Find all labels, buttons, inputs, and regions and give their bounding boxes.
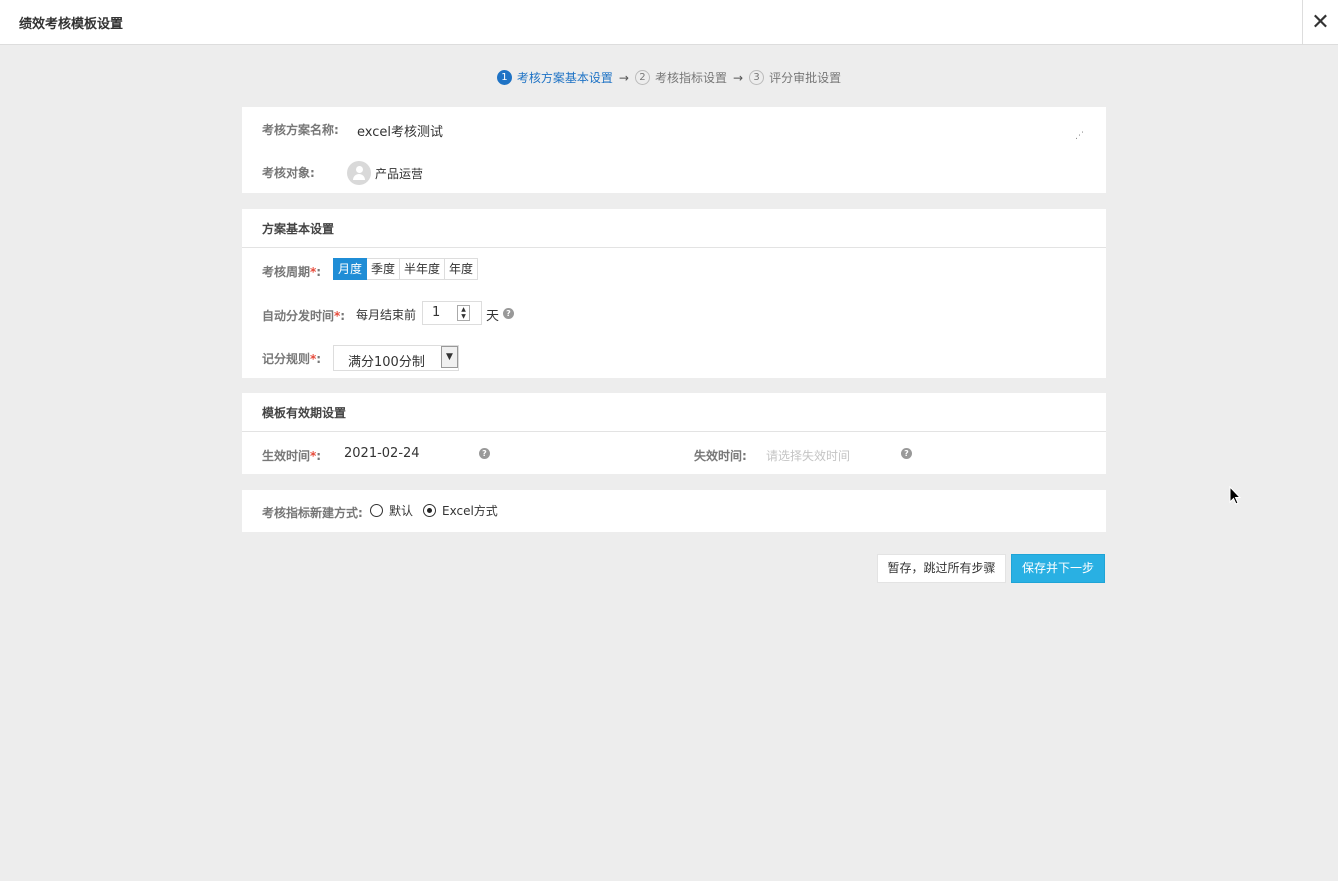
stepper-arrows-icon[interactable]: ▲ ▼ <box>457 305 470 321</box>
close-icon[interactable]: ✕ <box>1302 0 1338 45</box>
step-2: 2 考核指标设置 <box>634 69 727 86</box>
radio-excel[interactable]: Excel方式 <box>423 502 498 519</box>
resize-handle-icon[interactable]: ⋰ <box>1075 131 1084 141</box>
step-2-number: 2 <box>634 70 650 85</box>
start-date-label: 生效时间*: <box>262 449 322 463</box>
end-date-input[interactable]: 请选择失效时间 <box>766 447 850 464</box>
step-2-label: 考核指标设置 <box>654 71 727 85</box>
help-icon[interactable]: ? <box>503 308 514 319</box>
basic-info-card: 考核方案名称: excel考核测试 ⋰ 考核对象: 产品运营 <box>242 107 1106 193</box>
section-title: 模板有效期设置 <box>242 393 1106 432</box>
cycle-option-monthly[interactable]: 月度 <box>333 258 368 280</box>
section-title: 方案基本设置 <box>242 209 1106 248</box>
mouse-cursor-icon <box>1229 486 1241 505</box>
step-indicator: 1 考核方案基本设置 → 2 考核指标设置 → 3 评分审批设置 <box>0 69 1338 86</box>
step-3-label: 评分审批设置 <box>769 71 842 85</box>
avatar <box>347 161 371 185</box>
cycle-option-quarterly[interactable]: 季度 <box>367 258 401 280</box>
cycle-option-half-year[interactable]: 半年度 <box>400 258 446 280</box>
auto-prefix-text: 每月结束前 <box>356 308 417 322</box>
cycle-button-group: 月度 季度 半年度 年度 <box>333 258 479 280</box>
step-arrow-icon: → <box>733 70 744 85</box>
validity-card: 模板有效期设置 生效时间*: 2021-02-24 ? 失效时间: 请选择失效时… <box>242 393 1106 474</box>
radio-circle-checked-icon[interactable] <box>423 504 436 517</box>
help-icon[interactable]: ? <box>479 448 490 459</box>
cycle-option-yearly[interactable]: 年度 <box>445 258 479 280</box>
radio-circle-icon[interactable] <box>370 504 383 517</box>
step-3-number: 3 <box>749 70 765 85</box>
end-date-label: 失效时间: <box>694 449 747 463</box>
start-date-input[interactable]: 2021-02-24 <box>344 446 420 461</box>
chevron-down-icon[interactable]: ▼ <box>441 346 458 368</box>
cycle-label: 考核周期*: <box>262 265 322 279</box>
radio-excel-label[interactable]: Excel方式 <box>442 502 498 519</box>
score-rule-select[interactable]: 满分100分制 ▼ <box>333 345 459 371</box>
step-arrow-icon: → <box>618 70 629 85</box>
days-value[interactable]: 1 <box>432 305 440 320</box>
help-icon[interactable]: ? <box>901 448 912 459</box>
score-rule-label: 记分规则*: <box>262 352 322 366</box>
step-3: 3 评分审批设置 <box>749 69 841 86</box>
step-1-number: 1 <box>496 70 512 85</box>
auto-distribute-label: 自动分发时间*: <box>262 309 346 323</box>
plan-settings-card: 方案基本设置 考核周期*: 月度 季度 半年度 年度 自动分发时间*: 每月结束… <box>242 209 1106 378</box>
save-next-button[interactable]: 保存并下一步 <box>1011 554 1105 583</box>
days-unit: 天 <box>486 309 500 324</box>
score-rule-value: 满分100分制 <box>348 355 425 370</box>
plan-name-label: 考核方案名称: <box>262 123 339 137</box>
plan-name-input[interactable]: excel考核测试 <box>357 121 443 140</box>
save-draft-button[interactable]: 暂存，跳过所有步骤 <box>877 554 1006 583</box>
step-1: 1 考核方案基本设置 <box>496 69 613 86</box>
indicator-method-label: 考核指标新建方式: <box>262 506 363 520</box>
radio-default[interactable]: 默认 <box>370 502 413 519</box>
radio-default-label[interactable]: 默认 <box>389 502 413 519</box>
step-1-label: 考核方案基本设置 <box>516 71 613 85</box>
days-stepper[interactable]: 1 ▲ ▼ <box>422 301 482 325</box>
indicator-method-card: 考核指标新建方式: 默认 Excel方式 <box>242 490 1106 532</box>
target-label: 考核对象: <box>262 166 315 180</box>
target-name: 产品运营 <box>375 167 424 181</box>
dialog-header: 绩效考核模板设置 ✕ <box>0 0 1338 45</box>
dialog-title: 绩效考核模板设置 <box>19 17 124 32</box>
